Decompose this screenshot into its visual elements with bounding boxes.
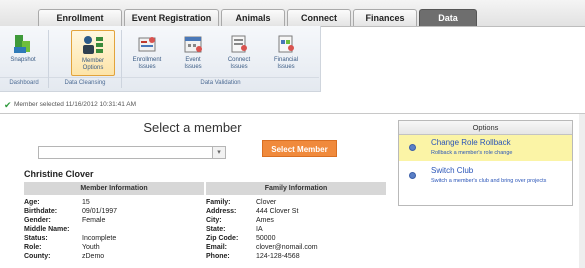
- financial-issues-button[interactable]: Financial Issues: [264, 30, 308, 76]
- connect-issues-label-2: Issues: [230, 64, 248, 70]
- field-value: Ames: [256, 217, 274, 224]
- family-info-header: Family Information: [206, 182, 386, 195]
- field-value: 50000: [256, 235, 276, 242]
- field-value: 444 Clover St: [256, 208, 299, 215]
- field-value: Female: [82, 217, 106, 224]
- bullet-icon: [409, 172, 416, 179]
- option-switch-club[interactable]: Switch Club Switch a member's club and b…: [399, 163, 572, 189]
- select-member-title: Select a member: [143, 120, 242, 135]
- options-panel: Options Change Role Rollback Rollback a …: [398, 120, 573, 206]
- financial-issues-label-2: Issues: [277, 64, 295, 70]
- group-dashboard: Dashboard: [0, 77, 48, 89]
- family-field-family: Family: Clover: [206, 199, 376, 208]
- member-select[interactable]: ▾: [38, 146, 226, 159]
- status-bar: ✔ Member selected 11/16/2012 10:31:41 AM: [0, 98, 585, 112]
- financial-issues-icon: [278, 35, 294, 53]
- member-info-header: Member Information: [24, 182, 204, 195]
- connect-issues-icon: [231, 35, 247, 53]
- snapshot-label: Snapshot: [10, 57, 36, 63]
- divider: [0, 113, 585, 114]
- field-label: Phone:: [206, 253, 230, 260]
- family-field-city: City: Ames: [206, 217, 376, 226]
- financial-issues-label-1: Financial: [273, 57, 298, 63]
- field-value: zDemo: [82, 253, 105, 260]
- tab-data[interactable]: Data: [419, 9, 477, 26]
- member-field-role: Role: Youth: [24, 244, 194, 253]
- tab-enrollment[interactable]: Enrollment: [38, 9, 122, 26]
- field-label: Role:: [24, 244, 42, 251]
- event-issues-icon: [184, 36, 202, 53]
- snapshot-icon: [14, 35, 30, 53]
- field-value: 15: [82, 199, 90, 206]
- field-value: 124-128-4568: [256, 253, 300, 260]
- field-label: Address:: [206, 208, 237, 215]
- enrollment-issues-label-2: Issues: [138, 64, 156, 70]
- connect-issues-button[interactable]: Connect Issues: [217, 30, 261, 76]
- field-value: IA: [256, 226, 263, 233]
- member-field-birthdate: Birthdate: 09/01/1997: [24, 208, 194, 217]
- field-value: Clover: [256, 199, 277, 206]
- option-description: Rollback a member's role change: [431, 150, 513, 156]
- status-text: Member selected 11/16/2012 10:31:41 AM: [14, 101, 137, 108]
- field-label: Birthdate:: [24, 208, 58, 215]
- field-label: Gender:: [24, 217, 51, 224]
- member-options-label-1: Member: [81, 58, 104, 64]
- field-label: City:: [206, 217, 222, 224]
- family-field-email: Email: clover@nomail.com: [206, 244, 376, 253]
- member-options-button[interactable]: Member Options: [71, 30, 115, 76]
- connect-issues-label-1: Connect: [227, 57, 251, 63]
- option-description: Switch a member's club and bring over pr…: [431, 178, 547, 184]
- bullet-icon: [409, 144, 416, 151]
- field-label: Family:: [206, 199, 231, 206]
- main-tab-bar: Enrollment Event Registration Animals Co…: [0, 0, 585, 27]
- member-field-status: Status: Incomplete: [24, 235, 194, 244]
- vertical-scrollbar[interactable]: [579, 114, 585, 268]
- group-data-cleansing: Data Cleansing: [49, 77, 121, 89]
- field-label: County:: [24, 253, 51, 260]
- event-issues-label-1: Event: [185, 57, 201, 63]
- tab-connect[interactable]: Connect: [287, 9, 351, 26]
- field-label: Age:: [24, 199, 40, 206]
- field-value: clover@nomail.com: [256, 244, 318, 251]
- event-issues-button[interactable]: Event Issues: [171, 30, 215, 76]
- checkmark-icon: ✔: [4, 100, 12, 110]
- tab-animals[interactable]: Animals: [221, 9, 285, 26]
- option-title[interactable]: Change Role Rollback: [431, 138, 511, 147]
- field-label: Zip Code:: [206, 235, 239, 242]
- chevron-down-icon[interactable]: ▾: [212, 147, 225, 158]
- event-issues-label-2: Issues: [184, 64, 202, 70]
- field-value: Youth: [82, 244, 100, 251]
- member-field-gender: Gender: Female: [24, 217, 194, 226]
- member-options-label-2: Options: [82, 65, 104, 71]
- tab-finances[interactable]: Finances: [353, 9, 417, 26]
- member-options-icon: [83, 36, 103, 54]
- family-field-address: Address: 444 Clover St: [206, 208, 376, 217]
- snapshot-button[interactable]: Snapshot: [1, 30, 45, 76]
- enrollment-issues-label-1: Enrollment: [132, 57, 162, 63]
- options-header: Options: [399, 121, 572, 135]
- field-label: Middle Name:: [24, 226, 70, 233]
- option-change-role-rollback[interactable]: Change Role Rollback Rollback a member's…: [399, 135, 572, 161]
- field-label: Email:: [206, 244, 228, 251]
- family-field-state: State: IA: [206, 226, 376, 235]
- option-title[interactable]: Switch Club: [431, 166, 473, 175]
- family-field-phone: Phone: 124-128-4568: [206, 253, 376, 262]
- field-label: State:: [206, 226, 226, 233]
- member-field-middle-name: Middle Name:: [24, 226, 194, 235]
- member-field-age: Age: 15: [24, 199, 194, 208]
- select-member-button[interactable]: Select Member: [262, 140, 337, 157]
- tab-event-registration[interactable]: Event Registration: [124, 9, 219, 26]
- field-value: Incomplete: [82, 235, 117, 242]
- member-name: Christine Clover: [24, 169, 94, 179]
- group-data-validation: Data Validation: [122, 77, 319, 89]
- member-field-county: County: zDemo: [24, 253, 194, 262]
- enrollment-issues-button[interactable]: Enrollment Issues: [125, 30, 169, 76]
- family-field-zip-code: Zip Code: 50000: [206, 235, 376, 244]
- field-value: 09/01/1997: [82, 208, 118, 215]
- field-label: Status:: [24, 235, 48, 242]
- ribbon-toolbar: Snapshot Member Options Enrollment Issue…: [0, 26, 321, 92]
- enrollment-issues-icon: [138, 37, 156, 52]
